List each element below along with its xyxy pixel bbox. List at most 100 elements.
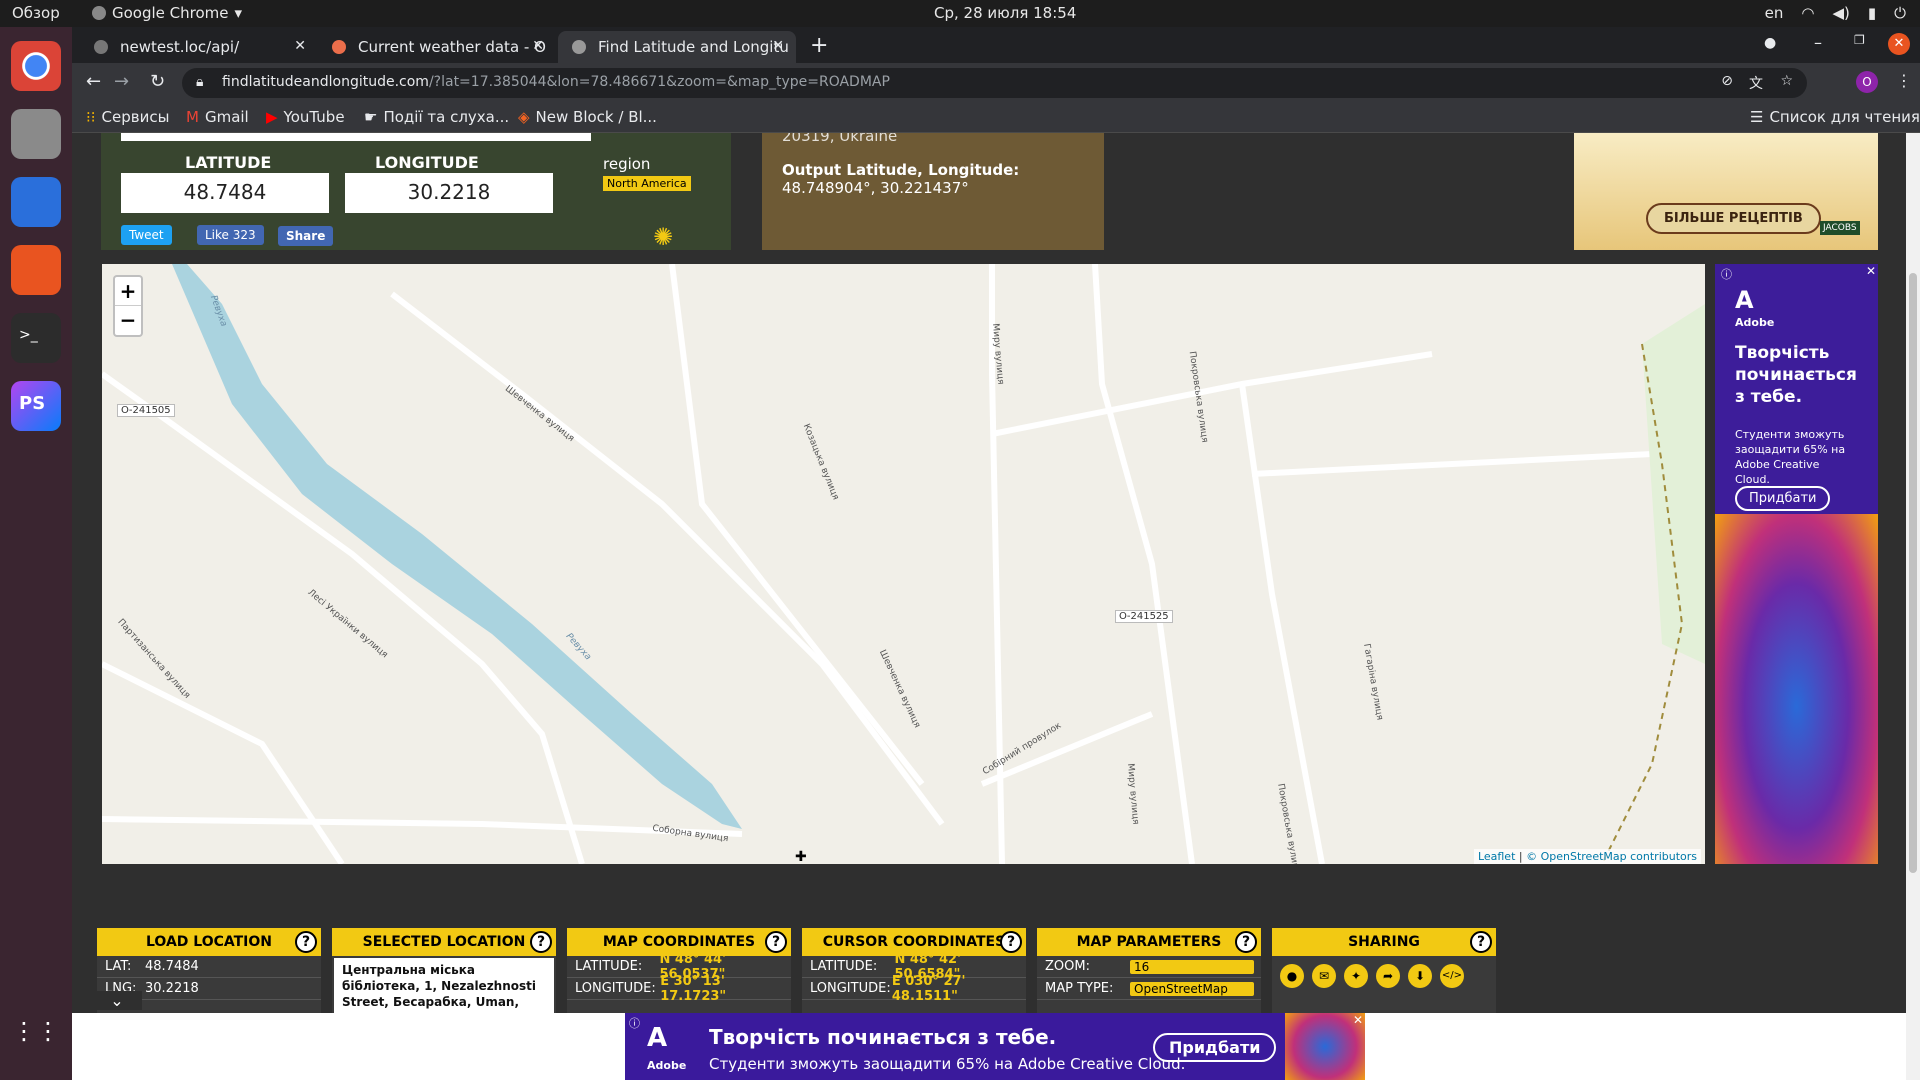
files-icon[interactable]: [11, 109, 61, 159]
app-menu[interactable]: Google Chrome ▾: [92, 4, 242, 22]
facebook-share-button[interactable]: Share: [278, 226, 334, 246]
help-icon[interactable]: ?: [530, 931, 552, 953]
terminal-icon[interactable]: >_: [11, 313, 61, 363]
latitude-field[interactable]: 48.7484: [121, 173, 329, 213]
bookmark-events[interactable]: ☛ Події та слуха...: [364, 108, 509, 126]
software-store-icon[interactable]: [11, 245, 61, 295]
profile-avatar[interactable]: O: [1856, 71, 1878, 93]
ad-image: [1715, 514, 1878, 864]
ad-buy-button[interactable]: Придбати: [1153, 1033, 1277, 1062]
forward-icon[interactable]: →: [114, 71, 129, 92]
maximize-button[interactable]: ❐: [1854, 33, 1865, 47]
leaflet-link[interactable]: Leaflet: [1478, 850, 1515, 863]
apps-icon: ⁝⁝: [86, 108, 96, 126]
map-svg[interactable]: [102, 264, 1705, 864]
row-key: LONGITUDE:: [810, 981, 891, 996]
email-icon[interactable]: ✉: [1312, 964, 1336, 988]
address-input[interactable]: [121, 133, 591, 141]
tab-title: Find Latitude and Longitu: [598, 38, 789, 56]
clock[interactable]: Ср, 28 июля 18:54: [934, 4, 1076, 22]
apps-grid-icon[interactable]: ⋮⋮: [11, 1017, 61, 1067]
os-top-bar: Обзор Google Chrome ▾ Ср, 28 июля 18:54 …: [0, 0, 1920, 27]
bookmark-services[interactable]: ⁝⁝ Сервисы: [86, 108, 169, 126]
map[interactable]: О-241505 О-241525 Шевченка вулиця Козаць…: [102, 264, 1705, 864]
ad-buy-button[interactable]: Придбати: [1735, 486, 1831, 511]
tab-weather[interactable]: Current weather data - O ✕: [318, 31, 556, 63]
web-page: LATITUDE LONGITUDE 48.7484 30.2218 regio…: [72, 133, 1920, 1080]
bookmark-gmail[interactable]: M Gmail: [186, 108, 249, 126]
reading-list[interactable]: ☰ Список для чтения: [1750, 108, 1920, 126]
help-icon[interactable]: ?: [765, 931, 787, 953]
new-tab-button[interactable]: +: [810, 33, 828, 58]
share-icon[interactable]: ➦: [1376, 964, 1400, 988]
back-icon[interactable]: ←: [86, 71, 101, 92]
help-icon[interactable]: ?: [295, 931, 317, 953]
more-menu-icon[interactable]: ⋮: [1896, 71, 1912, 90]
help-icon[interactable]: ?: [1470, 931, 1492, 953]
tab-newtest[interactable]: newtest.loc/api/ ✕: [80, 31, 318, 63]
activities-button[interactable]: Обзор: [12, 4, 60, 22]
help-icon[interactable]: ?: [1000, 931, 1022, 953]
table-row: LONGITUDE: E 030° 27' 48.1511": [802, 974, 1026, 1004]
zoom-out-button[interactable]: −: [115, 306, 141, 335]
facebook-like-button[interactable]: Like 323: [197, 225, 264, 245]
row-value: 30.2218: [145, 981, 199, 996]
map-type-select[interactable]: OpenStreetMap: [1130, 981, 1254, 996]
region-value[interactable]: North America: [603, 176, 691, 191]
adobe-logo-icon: A: [647, 1023, 668, 1053]
close-icon[interactable]: ✕: [1865, 264, 1876, 278]
bookmark-new-block[interactable]: ◈ New Block / Bl...: [518, 108, 657, 126]
ad-banner-bottom[interactable]: ⓘ ✕ A Adobe Творчість починається з тебе…: [625, 1013, 1365, 1080]
reading-list-icon: ☰: [1750, 108, 1764, 126]
reddit-icon[interactable]: ●: [1280, 964, 1304, 988]
battery-icon[interactable]: ▮: [1868, 4, 1876, 22]
reload-icon[interactable]: ↻: [150, 71, 165, 92]
translate-icon[interactable]: 文: [1749, 73, 1763, 93]
wifi-icon[interactable]: ◠: [1801, 4, 1814, 22]
close-window-button[interactable]: ✕: [1888, 33, 1910, 55]
close-icon[interactable]: ✕: [772, 38, 784, 54]
collapse-chevron-icon[interactable]: ⌄: [92, 991, 142, 1010]
adchoices-icon[interactable]: ⓘ: [629, 1015, 640, 1031]
row-key: MAP TYPE:: [1045, 981, 1114, 996]
close-icon[interactable]: ✕: [1353, 1013, 1363, 1027]
zoom-select[interactable]: 16: [1130, 959, 1254, 974]
language-indicator[interactable]: en: [1765, 4, 1784, 22]
crosshair-cursor-icon: ✚: [795, 849, 807, 864]
close-icon[interactable]: ✕: [294, 38, 306, 54]
longitude-field[interactable]: 30.2218: [345, 173, 553, 213]
bookmark-label: New Block / Bl...: [535, 108, 657, 126]
osm-attribution[interactable]: © OpenStreetMap contributors: [1526, 850, 1697, 863]
twitter-icon[interactable]: ✦: [1344, 964, 1368, 988]
bookmarks-bar: ⁝⁝ Сервисы M Gmail ▶ YouTube ☛ Події та слух…: [72, 103, 1920, 133]
tweet-button[interactable]: Tweet: [121, 225, 172, 245]
minimize-button[interactable]: –: [1814, 33, 1822, 52]
scrollbar[interactable]: [1906, 133, 1920, 1080]
address-bar[interactable]: 🔒︎ findlatitudeandlongitude.com/?lat=17.…: [182, 68, 1807, 98]
road: [1251, 451, 1653, 477]
tab-search-icon[interactable]: ●: [1764, 35, 1776, 51]
bookmark-youtube[interactable]: ▶ YouTube: [266, 108, 345, 126]
blocked-icon[interactable]: ⊘: [1721, 73, 1733, 89]
ad-body: Студенти зможуть заощадити 65% на Adobe …: [1735, 428, 1846, 486]
adchoices-icon[interactable]: ⓘ: [1721, 266, 1732, 282]
chevron-down-icon: ▾: [234, 4, 243, 22]
ad-banner-top[interactable]: БІЛЬШЕ РЕЦЕПТІВ JACOBS: [1574, 133, 1878, 250]
close-icon[interactable]: ✕: [532, 38, 544, 54]
panel-title: SHARING: [1348, 934, 1420, 950]
embed-icon[interactable]: </>: [1440, 964, 1464, 988]
chrome-icon[interactable]: [11, 41, 61, 91]
star-icon[interactable]: ☆: [1780, 73, 1793, 89]
download-icon[interactable]: ⬇: [1408, 964, 1432, 988]
zoom-control: + −: [113, 275, 143, 337]
scrollbar-thumb[interactable]: [1909, 273, 1917, 873]
document-icon[interactable]: [11, 177, 61, 227]
ad-banner-side[interactable]: ⓘ ✕ A Adobe Творчість починається з тебе…: [1715, 264, 1878, 864]
zoom-in-button[interactable]: +: [115, 277, 141, 306]
help-icon[interactable]: ?: [1235, 931, 1257, 953]
ad-button[interactable]: БІЛЬШЕ РЕЦЕПТІВ: [1646, 203, 1821, 234]
phpstorm-icon[interactable]: PS: [11, 381, 61, 431]
volume-icon[interactable]: ◀): [1832, 4, 1849, 22]
power-icon[interactable]: ⏻: [1894, 4, 1906, 22]
tab-find-lat-lon[interactable]: Find Latitude and Longitu ✕: [558, 31, 796, 63]
